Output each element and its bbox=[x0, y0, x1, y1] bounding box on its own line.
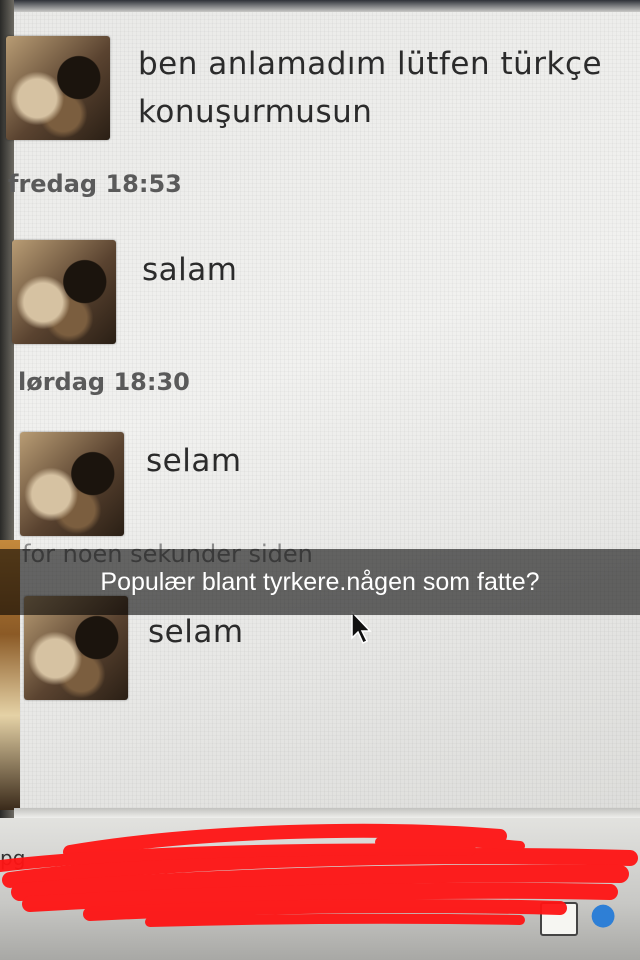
message-text: selam bbox=[148, 614, 244, 650]
message-timestamp: fredag 18:53 bbox=[8, 170, 182, 198]
avatar[interactable] bbox=[20, 432, 124, 536]
message-timestamp: lørdag 18:30 bbox=[18, 368, 190, 396]
window-top-edge bbox=[0, 0, 640, 12]
redaction-scribble bbox=[0, 823, 638, 927]
caption-bar: Populær blant tyrkere.någen som fatte? bbox=[0, 549, 640, 615]
message-text: selam bbox=[146, 443, 242, 479]
photographed-screen: ben anlamadım lütfen türkçe konuşurmusun… bbox=[0, 0, 640, 960]
message-text-line-1: ben anlamadım lütfen türkçe bbox=[138, 46, 603, 82]
message-text: salam bbox=[142, 252, 238, 288]
avatar[interactable] bbox=[6, 36, 110, 140]
chat-window-bottom-edge bbox=[14, 808, 640, 818]
monitor-bezel bbox=[0, 0, 14, 960]
mouse-cursor-icon bbox=[351, 610, 372, 645]
avatar[interactable] bbox=[12, 240, 116, 344]
message-text-line-2: konuşurmusun bbox=[138, 94, 373, 130]
